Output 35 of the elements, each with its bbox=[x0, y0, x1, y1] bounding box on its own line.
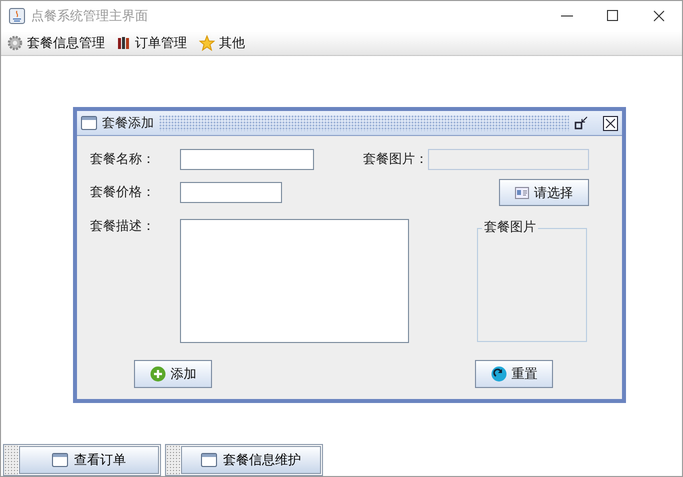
books-icon bbox=[117, 36, 131, 50]
description-field[interactable] bbox=[180, 219, 409, 343]
field-label: 套餐价格： bbox=[90, 184, 156, 202]
price-field[interactable] bbox=[180, 182, 282, 203]
minimize-icon bbox=[561, 15, 573, 17]
plus-icon bbox=[150, 366, 166, 382]
close-icon[interactable] bbox=[603, 116, 618, 130]
menu-item[interactable]: 订单管理 bbox=[117, 34, 199, 52]
reset-button[interactable]: 重置 bbox=[475, 360, 553, 388]
grip-handle[interactable] bbox=[4, 445, 18, 475]
close-icon bbox=[653, 10, 665, 22]
name-field[interactable] bbox=[180, 149, 314, 170]
window-icon bbox=[52, 453, 68, 467]
menu-item[interactable]: 套餐信息管理 bbox=[7, 34, 117, 52]
window-icon bbox=[201, 453, 217, 467]
window-icon bbox=[81, 116, 97, 130]
field-label: 套餐名称： bbox=[90, 151, 156, 169]
grip-handle[interactable] bbox=[166, 445, 180, 475]
star-icon bbox=[199, 35, 215, 51]
app-icon bbox=[9, 8, 25, 24]
gear-icon bbox=[7, 35, 23, 51]
taskbar-button[interactable]: 查看订单 bbox=[19, 446, 159, 474]
internal-window-title: 套餐添加 bbox=[102, 115, 154, 132]
add-button[interactable]: 添加 bbox=[134, 360, 212, 388]
menu-item[interactable]: 其他 bbox=[199, 34, 257, 52]
maximize-icon bbox=[607, 10, 619, 22]
restore-icon[interactable] bbox=[574, 116, 588, 130]
field-label: 套餐描述： bbox=[90, 219, 156, 235]
field-label: 套餐图片： bbox=[363, 151, 428, 169]
taskbar-button[interactable]: 套餐信息维护 bbox=[181, 446, 321, 474]
window-title: 点餐系统管理主界面 bbox=[31, 8, 149, 25]
group-title: 套餐图片 bbox=[482, 220, 538, 236]
id-card-icon bbox=[515, 186, 529, 198]
redo-icon bbox=[490, 366, 506, 382]
choose-button[interactable]: 请选择 bbox=[499, 179, 589, 206]
